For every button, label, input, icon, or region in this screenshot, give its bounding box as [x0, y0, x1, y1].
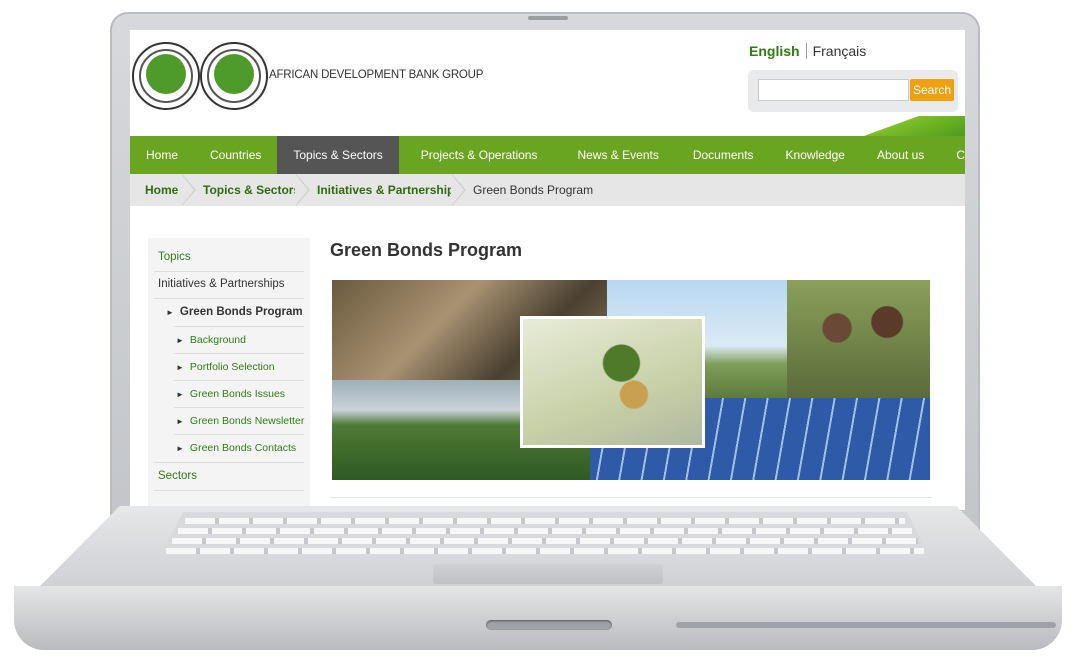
sidebar-portfolio-selection[interactable]: ► Portfolio Selection — [176, 361, 275, 373]
nav-documents[interactable]: Documents — [677, 136, 770, 174]
org-name: AFRICAN DEVELOPMENT BANK GROUP — [269, 69, 484, 81]
keyboard-row — [172, 538, 918, 544]
divider — [330, 497, 932, 498]
breadcrumb-chevron-icon — [451, 174, 466, 206]
bank-logo-icon — [132, 42, 200, 110]
divider — [174, 380, 304, 381]
laptop-front — [14, 586, 1062, 650]
sidebar-green-bonds-label: Green Bonds Program — [179, 306, 303, 318]
keyboard-row — [185, 518, 905, 524]
children-photo — [787, 280, 930, 400]
webcam-icon — [528, 16, 568, 20]
sidebar-green-bonds-newsletter[interactable]: ► Green Bonds Newsletter — [176, 415, 304, 427]
breadcrumb-topics-sectors[interactable]: Topics & Sectors — [203, 174, 300, 206]
divider — [154, 490, 304, 491]
sidebar-green-bonds-issues[interactable]: ► Green Bonds Issues — [176, 388, 285, 400]
nav-home[interactable]: Home — [130, 136, 194, 174]
sidebar-background-label: Background — [189, 334, 246, 346]
breadcrumb-home[interactable]: Home — [145, 174, 178, 206]
search-box: Search — [748, 70, 958, 112]
french-link[interactable]: Français — [807, 43, 867, 59]
nav-contact-us[interactable]: Contact us — [940, 136, 965, 174]
divider — [174, 407, 304, 408]
sidebar-initiatives[interactable]: Initiatives & Partnerships — [158, 278, 285, 290]
triangle-right-icon: ► — [176, 390, 184, 399]
sidebar-sectors[interactable]: Sectors — [158, 470, 197, 482]
triangle-right-icon: ► — [176, 444, 184, 453]
triangle-right-icon: ► — [176, 417, 184, 426]
laptop-edge-line — [676, 622, 1056, 628]
triangle-right-icon: ► — [166, 308, 174, 317]
sidebar-green-bonds-program[interactable]: ► Green Bonds Program — [166, 306, 303, 318]
search-input[interactable] — [758, 79, 909, 101]
divider — [154, 298, 304, 299]
divider — [154, 271, 304, 272]
sidebar-newsletter-label: Green Bonds Newsletter — [189, 415, 305, 427]
divider — [174, 326, 304, 327]
sidebar-green-bonds-contacts[interactable]: ► Green Bonds Contacts — [176, 442, 296, 454]
breadcrumb-chevron-icon — [181, 174, 196, 206]
nav-about-us[interactable]: About us — [861, 136, 940, 174]
sidebar-issues-label: Green Bonds Issues — [189, 388, 286, 400]
site-header: AFRICAN DEVELOPMENT BANK GROUP English Fr… — [130, 30, 965, 136]
nav-topics-sectors[interactable]: Topics & Sectors — [277, 136, 399, 174]
breadcrumb: Home Topics & Sectors Initiatives & Part… — [130, 174, 965, 206]
browser-screen: AFRICAN DEVELOPMENT BANK GROUP English Fr… — [130, 30, 965, 510]
triangle-right-icon: ► — [176, 363, 184, 372]
sidebar-portfolio-label: Portfolio Selection — [189, 361, 275, 373]
divider — [174, 353, 304, 354]
breadcrumb-current: Green Bonds Program — [473, 183, 594, 197]
sidebar-topics[interactable]: Topics — [158, 251, 191, 263]
keyboard-row — [178, 528, 912, 534]
breadcrumb-initiatives[interactable]: Initiatives & Partnerships — [317, 174, 461, 206]
optical-drive-slot — [486, 620, 612, 630]
nav-projects-operations[interactable]: Projects & Operations — [399, 136, 560, 174]
search-button[interactable]: Search — [910, 79, 954, 101]
breadcrumb-chevron-icon — [295, 174, 310, 206]
main-nav: Home Countries Topics & Sectors Projects… — [130, 136, 965, 174]
page-title: Green Bonds Program — [330, 240, 523, 260]
sidebar-background[interactable]: ► Background — [176, 334, 246, 346]
sidebar-contacts-label: Green Bonds Contacts — [189, 442, 297, 454]
nav-news-events[interactable]: News & Events — [559, 136, 676, 174]
triangle-right-icon: ► — [176, 336, 184, 345]
page-content: Topics Initiatives & Partnerships ► Green… — [130, 206, 965, 510]
sidebar: Topics Initiatives & Partnerships ► Green… — [148, 238, 310, 510]
nav-knowledge[interactable]: Knowledge — [770, 136, 861, 174]
header-swoosh — [830, 116, 965, 136]
english-link[interactable]: English — [749, 43, 807, 59]
money-tree-photo — [520, 316, 705, 448]
language-switch: English Français — [749, 43, 866, 59]
nav-countries[interactable]: Countries — [194, 136, 277, 174]
divider — [174, 434, 304, 435]
fund-logo-icon — [200, 42, 268, 110]
divider — [154, 462, 304, 463]
trackpad — [433, 564, 663, 584]
green-bonds-collage-image — [332, 280, 930, 480]
keyboard-row — [166, 548, 924, 554]
